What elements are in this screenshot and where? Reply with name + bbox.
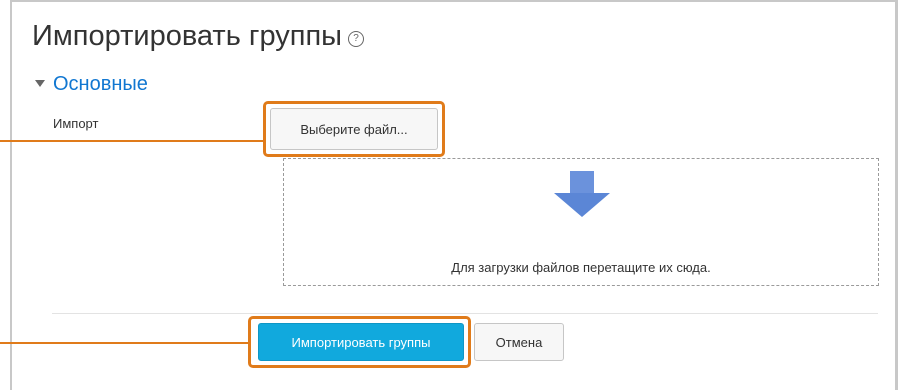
choose-file-button[interactable]: Выберите файл... — [270, 108, 438, 150]
form-divider — [52, 313, 878, 314]
file-dropzone[interactable]: Для загрузки файлов перетащите их сюда. — [283, 158, 879, 286]
arrow-down-icon — [554, 171, 610, 217]
help-icon[interactable]: ? — [348, 31, 364, 47]
callout-line-import — [0, 342, 248, 344]
callout-line-choose — [0, 140, 263, 142]
section-title: Основные — [53, 73, 148, 95]
caret-down-icon — [35, 80, 45, 87]
section-general-toggle[interactable]: Основные — [35, 73, 148, 96]
cancel-button[interactable]: Отмена — [474, 323, 564, 361]
page-title-text: Импортировать группы — [32, 20, 342, 52]
page-title: Импортировать группы? — [32, 20, 364, 53]
import-field-label: Импорт — [53, 116, 99, 131]
import-groups-button[interactable]: Импортировать группы — [258, 323, 464, 361]
dropzone-text: Для загрузки файлов перетащите их сюда. — [451, 260, 711, 275]
